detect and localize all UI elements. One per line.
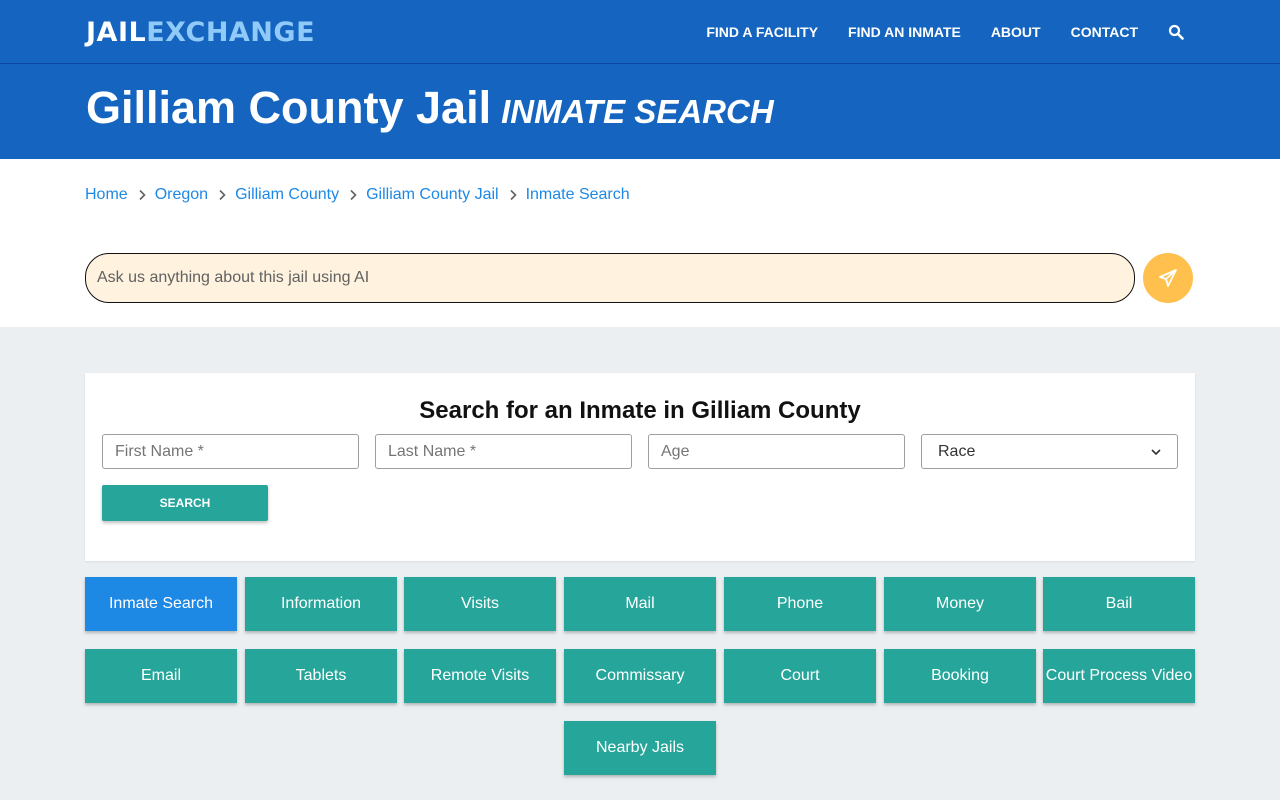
site-logo[interactable]: JAILEXCHANGE <box>86 17 315 49</box>
search-card-title: Search for an Inmate in Gilliam County <box>419 397 861 424</box>
inmate-search-card: Search for an Inmate in Gilliam County R… <box>85 373 1195 561</box>
top-navbar: JAILEXCHANGE FIND A FACILITY FIND AN INM… <box>0 0 1280 64</box>
breadcrumb-home[interactable]: Home <box>85 186 128 204</box>
tile-remote-visits[interactable]: Remote Visits <box>404 649 556 703</box>
logo-text-exchange: EXCHANGE <box>146 17 316 48</box>
last-name-field[interactable] <box>375 434 632 469</box>
tile-mail[interactable]: Mail <box>564 577 716 631</box>
tile-nearby-jails[interactable]: Nearby Jails <box>564 721 716 775</box>
chevron-right-icon <box>219 189 226 201</box>
page-title-sub: INMATE SEARCH <box>501 93 774 130</box>
paper-plane-icon <box>1159 269 1177 287</box>
chevron-right-icon <box>510 189 517 201</box>
tile-court[interactable]: Court <box>724 649 876 703</box>
age-field[interactable] <box>648 434 905 469</box>
page-title-main: Gilliam County Jail <box>86 82 492 133</box>
ai-send-button[interactable] <box>1143 253 1193 303</box>
tile-court-process-video[interactable]: Court Process Video <box>1043 649 1195 703</box>
tile-email[interactable]: Email <box>85 649 237 703</box>
tile-booking[interactable]: Booking <box>884 649 1036 703</box>
chevron-right-icon <box>139 189 146 201</box>
race-select[interactable]: Race <box>921 434 1178 469</box>
title-band: Gilliam County Jail INMATE SEARCH <box>0 64 1280 159</box>
race-select-value: Race <box>938 442 976 460</box>
logo-text-jail: JAIL <box>86 17 147 48</box>
chevron-right-icon <box>350 189 357 201</box>
tile-visits[interactable]: Visits <box>404 577 556 631</box>
page-title: Gilliam County Jail INMATE SEARCH <box>86 82 774 134</box>
breadcrumb-jail[interactable]: Gilliam County Jail <box>366 186 498 204</box>
breadcrumb-and-ai-section: Home Oregon Gilliam County Gilliam Count… <box>0 159 1280 327</box>
nav-find-facility[interactable]: FIND A FACILITY <box>706 24 818 40</box>
nav-find-inmate[interactable]: FIND AN INMATE <box>848 24 961 40</box>
tile-money[interactable]: Money <box>884 577 1036 631</box>
breadcrumb: Home Oregon Gilliam County Gilliam Count… <box>85 186 630 204</box>
breadcrumb-county[interactable]: Gilliam County <box>235 186 339 204</box>
nav-contact[interactable]: CONTACT <box>1071 24 1138 40</box>
tile-tablets[interactable]: Tablets <box>245 649 397 703</box>
first-name-field[interactable] <box>102 434 359 469</box>
tile-commissary[interactable]: Commissary <box>564 649 716 703</box>
ai-question-input[interactable] <box>85 253 1135 303</box>
search-button[interactable]: SEARCH <box>102 485 268 521</box>
nav-about[interactable]: ABOUT <box>991 24 1041 40</box>
tile-bail[interactable]: Bail <box>1043 577 1195 631</box>
search-icon[interactable] <box>1168 24 1184 40</box>
tile-inmate-search[interactable]: Inmate Search <box>85 577 237 631</box>
breadcrumb-oregon[interactable]: Oregon <box>155 186 208 204</box>
chevron-down-icon <box>1151 448 1161 455</box>
tile-information[interactable]: Information <box>245 577 397 631</box>
nav-links: FIND A FACILITY FIND AN INMATE ABOUT CON… <box>676 0 1184 64</box>
breadcrumb-inmate-search[interactable]: Inmate Search <box>526 186 630 204</box>
tile-phone[interactable]: Phone <box>724 577 876 631</box>
